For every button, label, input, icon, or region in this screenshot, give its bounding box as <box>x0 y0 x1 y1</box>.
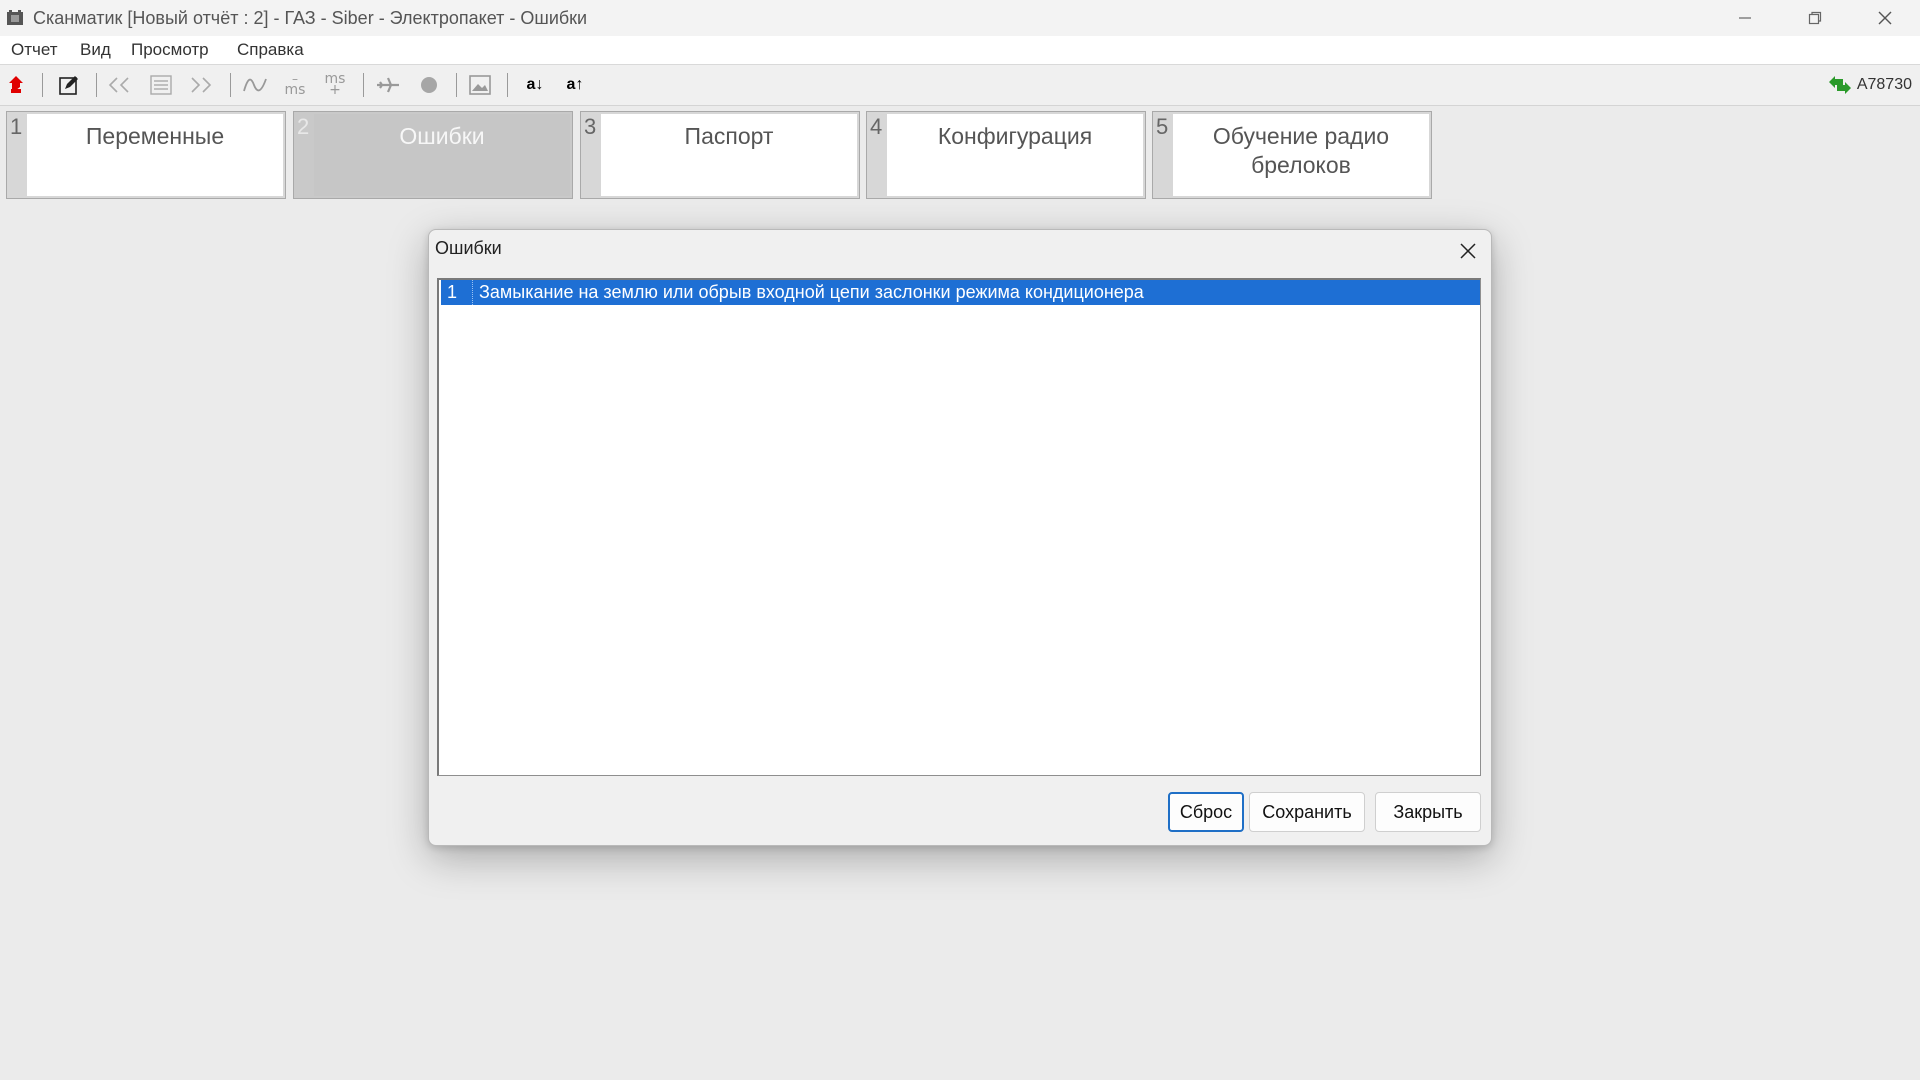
tab-label: Переменные <box>27 114 283 196</box>
tab-radio-keyfob-learning[interactable]: 5 Обучение радио брелоков <box>1152 111 1432 199</box>
errors-dialog: Ошибки 1 Замыкание на землю или обрыв вх… <box>428 229 1492 846</box>
window-title: Сканматик [Новый отчёт : 2] - ГАЗ - Sibe… <box>33 8 588 28</box>
toolbar-separator <box>230 73 231 97</box>
tab-label: Паспорт <box>601 114 857 196</box>
tab-number: 5 <box>1156 114 1169 139</box>
next-button[interactable] <box>187 72 215 98</box>
list-icon <box>150 75 172 95</box>
close-window-button[interactable] <box>1850 0 1920 36</box>
tab-label: Конфигурация <box>887 114 1143 196</box>
tab-configuration[interactable]: 4 Конфигурация <box>866 111 1146 199</box>
record-circle-icon <box>421 77 437 93</box>
tab-number: 3 <box>584 114 597 139</box>
double-chevron-right-icon <box>191 77 212 93</box>
error-list[interactable]: 1 Замыкание на землю или обрыв входной ц… <box>437 278 1481 776</box>
image-button[interactable] <box>466 72 494 98</box>
menu-preview[interactable]: Просмотр <box>129 36 211 64</box>
toolbar-separator <box>507 73 508 97</box>
font-up-icon: a↑ <box>566 76 584 93</box>
wave-icon <box>243 78 267 92</box>
edit-document-icon <box>59 76 78 95</box>
close-icon <box>1878 11 1892 25</box>
graph-button[interactable] <box>241 72 269 98</box>
menu-report[interactable]: Отчет <box>9 36 60 64</box>
connection-arrows-icon <box>1828 76 1851 94</box>
dialog-title: Ошибки <box>435 238 502 258</box>
tab-number: 4 <box>870 114 883 139</box>
app-icon <box>7 10 23 25</box>
menu-bar: Отчет Вид Просмотр Справка <box>0 36 1920 65</box>
ms-minus-button[interactable]: – ms <box>281 72 309 98</box>
previous-button[interactable] <box>106 72 134 98</box>
connection-label: A78730 <box>1856 76 1912 93</box>
tab-number: 2 <box>297 114 310 139</box>
close-button[interactable]: Закрыть <box>1375 792 1481 832</box>
record-button[interactable] <box>415 72 443 98</box>
minimize-icon <box>1739 17 1751 19</box>
tab-passport[interactable]: 3 Паспорт <box>580 111 860 199</box>
tab-label: Обучение радио брелоков <box>1173 114 1429 196</box>
list-item[interactable]: 1 Замыкание на землю или обрыв входной ц… <box>441 280 1480 305</box>
ms-plus-button[interactable]: ms + <box>321 72 349 98</box>
close-icon <box>1460 243 1476 259</box>
edit-report-button[interactable] <box>55 72 83 98</box>
plus-icon: + <box>329 82 341 98</box>
reset-button[interactable]: Сброс <box>1168 792 1244 832</box>
title-bar: Сканматик [Новый отчёт : 2] - ГАЗ - Sibe… <box>0 0 1920 37</box>
font-decrease-button[interactable]: a↓ <box>521 72 549 98</box>
minimize-button[interactable] <box>1710 0 1780 36</box>
double-chevron-left-icon <box>108 77 129 93</box>
tab-variables[interactable]: 1 Переменные <box>6 111 286 199</box>
font-increase-button[interactable]: a↑ <box>561 72 589 98</box>
airplane-icon <box>377 77 399 93</box>
red-up-arrow-icon <box>9 76 23 93</box>
airplane-button[interactable] <box>374 72 402 98</box>
toolbar-separator <box>96 73 97 97</box>
restore-button[interactable] <box>1780 0 1850 36</box>
restore-icon <box>1808 11 1822 25</box>
list-button[interactable] <box>147 72 175 98</box>
error-number: 1 <box>441 280 473 305</box>
save-button[interactable]: Сохранить <box>1249 792 1365 832</box>
font-down-icon: a↓ <box>526 76 544 93</box>
dialog-close-button[interactable] <box>1453 236 1483 266</box>
tab-label: Ошибки <box>314 114 570 196</box>
tab-errors[interactable]: 2 Ошибки <box>293 111 573 199</box>
tab-number: 1 <box>10 114 23 139</box>
menu-view[interactable]: Вид <box>78 36 113 64</box>
toolbar-separator <box>456 73 457 97</box>
connection-status[interactable]: A78730 <box>1827 73 1912 97</box>
toolbar-separator <box>363 73 364 97</box>
upload-button[interactable] <box>4 72 32 98</box>
image-icon <box>469 75 491 95</box>
toolbar: – ms ms + a↓ a↑ A78730 <box>0 65 1920 106</box>
toolbar-separator <box>42 73 43 97</box>
menu-help[interactable]: Справка <box>235 36 306 64</box>
error-text: Замыкание на землю или обрыв входной цеп… <box>479 282 1144 302</box>
ms-minus-label: ms <box>284 82 306 98</box>
